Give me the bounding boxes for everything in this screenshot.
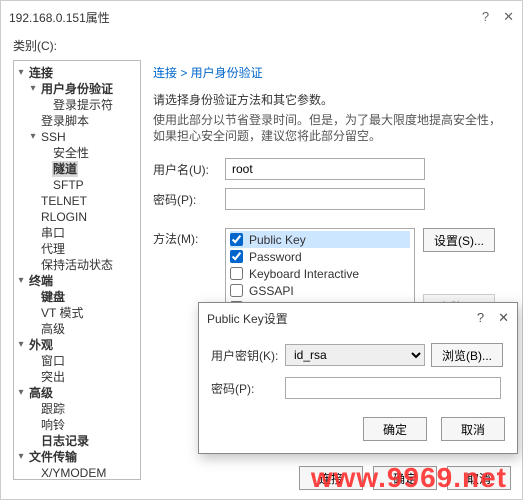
method-check-keyboard[interactable] — [230, 267, 243, 280]
tree-item-proxy[interactable]: 代理 — [16, 241, 138, 257]
tree-item-terminal[interactable]: ▾终端 — [16, 273, 138, 289]
tree-item-auth[interactable]: ▾用户身份验证 — [16, 81, 138, 97]
method-item-keyboard[interactable]: Keyboard Interactive — [230, 265, 410, 282]
tree-item-advanced[interactable]: ▾高级 — [16, 385, 138, 401]
method-item-gssapi[interactable]: GSSAPI — [230, 282, 410, 299]
tree-item-keepalive[interactable]: 保持活动状态 — [16, 257, 138, 273]
dialog-titlebar: Public Key设置 ? ✕ — [199, 303, 517, 333]
help-icon[interactable]: ? — [482, 9, 489, 25]
dialog-close-icon[interactable]: ✕ — [498, 310, 509, 326]
tree-item-appearance[interactable]: ▾外观 — [16, 337, 138, 353]
tree-item-sftp[interactable]: SFTP — [16, 177, 138, 193]
tree-item-ssh[interactable]: ▾SSH — [16, 129, 138, 145]
password-input[interactable] — [225, 188, 425, 210]
dialog-password-input[interactable] — [285, 377, 501, 399]
password-label: 密码(P): — [153, 191, 225, 208]
dialog-ok-button[interactable]: 确定 — [363, 417, 427, 441]
user-key-select[interactable]: id_rsa — [285, 344, 425, 366]
close-icon[interactable]: ✕ — [503, 9, 514, 25]
username-input[interactable] — [225, 158, 425, 180]
connect-button[interactable]: 连接 — [299, 466, 363, 490]
tree-item-connection[interactable]: ▾连接 — [16, 65, 138, 81]
cancel-button-main[interactable]: 取消 — [447, 466, 511, 490]
footer-buttons: 连接 确定 取消 — [299, 466, 511, 490]
tree-item-login-prompt[interactable]: 登录提示符 — [16, 97, 138, 113]
method-check-publickey[interactable] — [230, 233, 243, 246]
ok-button-main[interactable]: 确定 — [373, 466, 437, 490]
tree-item-rlogin[interactable]: RLOGIN — [16, 209, 138, 225]
tree-item-logging[interactable]: 日志记录 — [16, 433, 138, 449]
username-label: 用户名(U): — [153, 161, 225, 178]
tree-item-highlight[interactable]: 突出 — [16, 369, 138, 385]
dialog-help-icon[interactable]: ? — [477, 310, 484, 326]
tree-item-window[interactable]: 窗口 — [16, 353, 138, 369]
category-label: 类别(C): — [1, 33, 522, 60]
breadcrumb: 连接 > 用户身份验证 — [153, 64, 510, 81]
tree-item-vtmode[interactable]: VT 模式 — [16, 305, 138, 321]
tree-item-tunnel[interactable]: 隧道 — [16, 161, 138, 177]
tree-item-security[interactable]: 安全性 — [16, 145, 138, 161]
tree-item-xymodem[interactable]: X/YMODEM — [16, 465, 138, 480]
publickey-settings-dialog: Public Key设置 ? ✕ 用户密钥(K): id_rsa 浏览(B)..… — [198, 302, 518, 454]
tree-item-trace[interactable]: 跟踪 — [16, 401, 138, 417]
method-check-password[interactable] — [230, 250, 243, 263]
window-controls: ? ✕ — [482, 9, 514, 25]
method-item-publickey[interactable]: Public Key — [230, 231, 410, 248]
browse-button[interactable]: 浏览(B)... — [431, 343, 503, 367]
category-tree[interactable]: ▾连接 ▾用户身份验证 登录提示符 登录脚本 ▾SSH 安全性 隧道 SFTP — [13, 60, 141, 480]
tree-item-bell[interactable]: 响铃 — [16, 417, 138, 433]
titlebar: 192.168.0.151属性 ? ✕ — [1, 1, 522, 33]
tree-item-login-script[interactable]: 登录脚本 — [16, 113, 138, 129]
hint-primary: 请选择身份验证方法和其它参数。 — [153, 91, 510, 108]
tree-item-serial[interactable]: 串口 — [16, 225, 138, 241]
hint-secondary: 使用此部分以节省登录时间。但是，为了最大限度地提高安全性，如果担心安全问题，建议… — [153, 112, 510, 144]
dialog-cancel-button[interactable]: 取消 — [441, 417, 505, 441]
settings-button[interactable]: 设置(S)... — [423, 228, 495, 252]
dialog-password-label: 密码(P): — [211, 380, 279, 397]
method-item-password[interactable]: Password — [230, 248, 410, 265]
tree-item-keyboard[interactable]: 键盘 — [16, 289, 138, 305]
tree-item-filetransfer[interactable]: ▾文件传输 — [16, 449, 138, 465]
tree-item-advanced-term[interactable]: 高级 — [16, 321, 138, 337]
dialog-title: Public Key设置 — [207, 310, 288, 327]
user-key-label: 用户密钥(K): — [211, 347, 279, 364]
window-title: 192.168.0.151属性 — [9, 9, 110, 26]
method-check-gssapi[interactable] — [230, 284, 243, 297]
tree-item-telnet[interactable]: TELNET — [16, 193, 138, 209]
